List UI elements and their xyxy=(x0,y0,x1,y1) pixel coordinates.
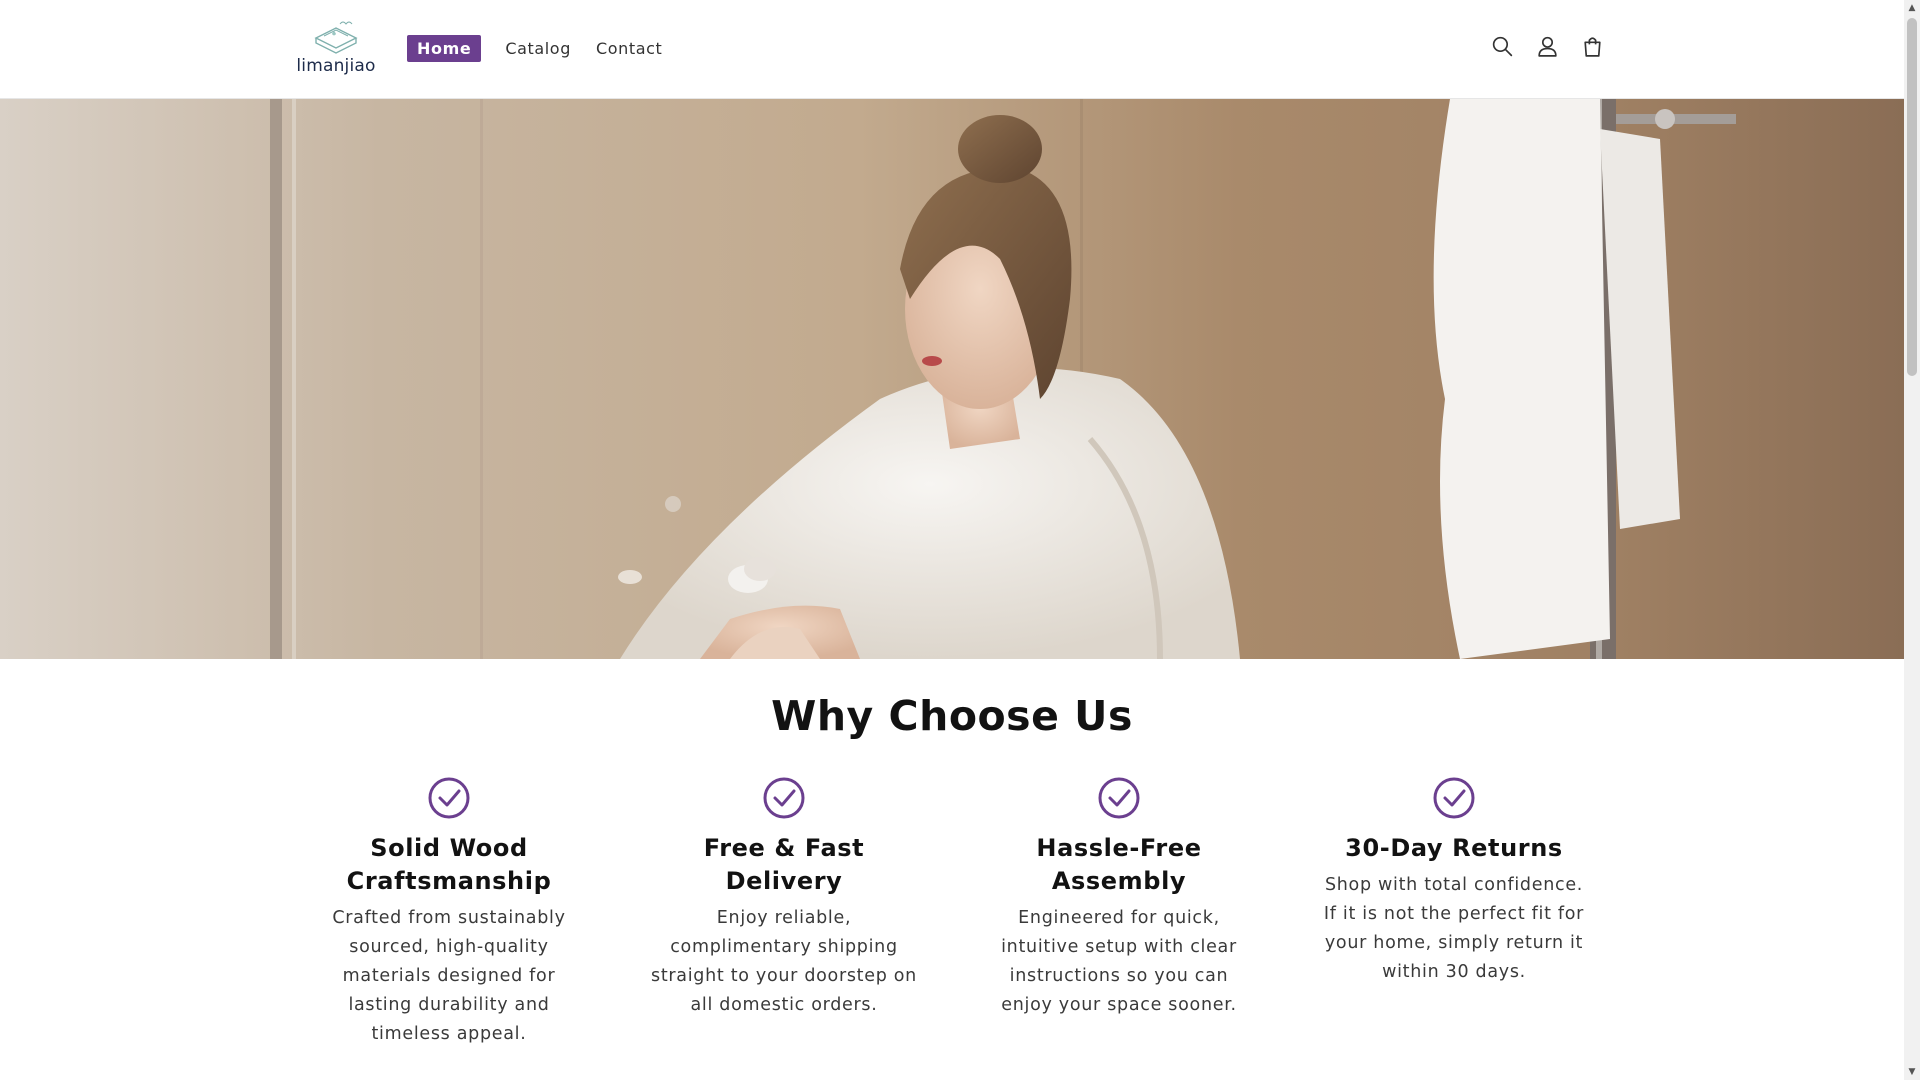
nav-catalog[interactable]: Catalog xyxy=(495,35,581,62)
feature-title: Hassle-Free Assembly xyxy=(1036,834,1202,895)
page-scrollbar[interactable]: ▲ ▼ xyxy=(1904,0,1920,1080)
nav-home[interactable]: Home xyxy=(407,35,482,62)
check-circle-icon xyxy=(428,777,470,819)
feature-text: Enjoy reliable, complimentary shipping s… xyxy=(651,908,917,1015)
feature-title: Free & Fast Delivery xyxy=(703,834,865,895)
check-circle-icon xyxy=(1433,777,1475,819)
hero-banner xyxy=(0,99,1904,659)
feature-text: Crafted from sustainably sourced, high-q… xyxy=(332,908,566,1044)
feature-card: 30-Day Returns Shop with total confidenc… xyxy=(1319,776,1589,987)
feature-text: Shop with total confidence. If it is not… xyxy=(1323,875,1585,982)
feature-card: Hassle-Free Assembly Engineered for quic… xyxy=(984,776,1254,1020)
header-actions xyxy=(1490,34,1605,59)
main-nav: Home Catalog Contact xyxy=(407,35,677,62)
check-circle-icon xyxy=(1098,777,1140,819)
search-icon[interactable] xyxy=(1490,34,1515,59)
scrollbar-thumb[interactable] xyxy=(1907,18,1917,376)
feature-title: Solid Wood Craftsmanship xyxy=(346,834,552,895)
account-icon[interactable] xyxy=(1535,34,1560,59)
scroll-up-arrow-icon[interactable]: ▲ xyxy=(1904,0,1920,16)
brand-logo[interactable]: limanjiao xyxy=(293,16,379,82)
feature-card: Free & Fast Delivery Enjoy reliable, com… xyxy=(649,776,919,1020)
feature-text: Engineered for quick, intuitive setup wi… xyxy=(1001,908,1237,1015)
logo-text: limanjiao xyxy=(296,56,376,76)
section-title: Why Choose Us xyxy=(771,692,1133,740)
nav-contact[interactable]: Contact xyxy=(586,35,672,62)
scroll-down-arrow-icon[interactable]: ▼ xyxy=(1904,1064,1920,1080)
feature-card: Solid Wood Craftsmanship Crafted from su… xyxy=(314,776,584,1049)
cart-icon[interactable] xyxy=(1580,34,1605,59)
feature-title: 30-Day Returns xyxy=(1345,834,1563,862)
site-header: limanjiao Home Catalog Contact xyxy=(0,0,1904,99)
hero-image xyxy=(0,99,1904,659)
logo-mark-icon xyxy=(314,21,358,54)
check-circle-icon xyxy=(763,777,805,819)
